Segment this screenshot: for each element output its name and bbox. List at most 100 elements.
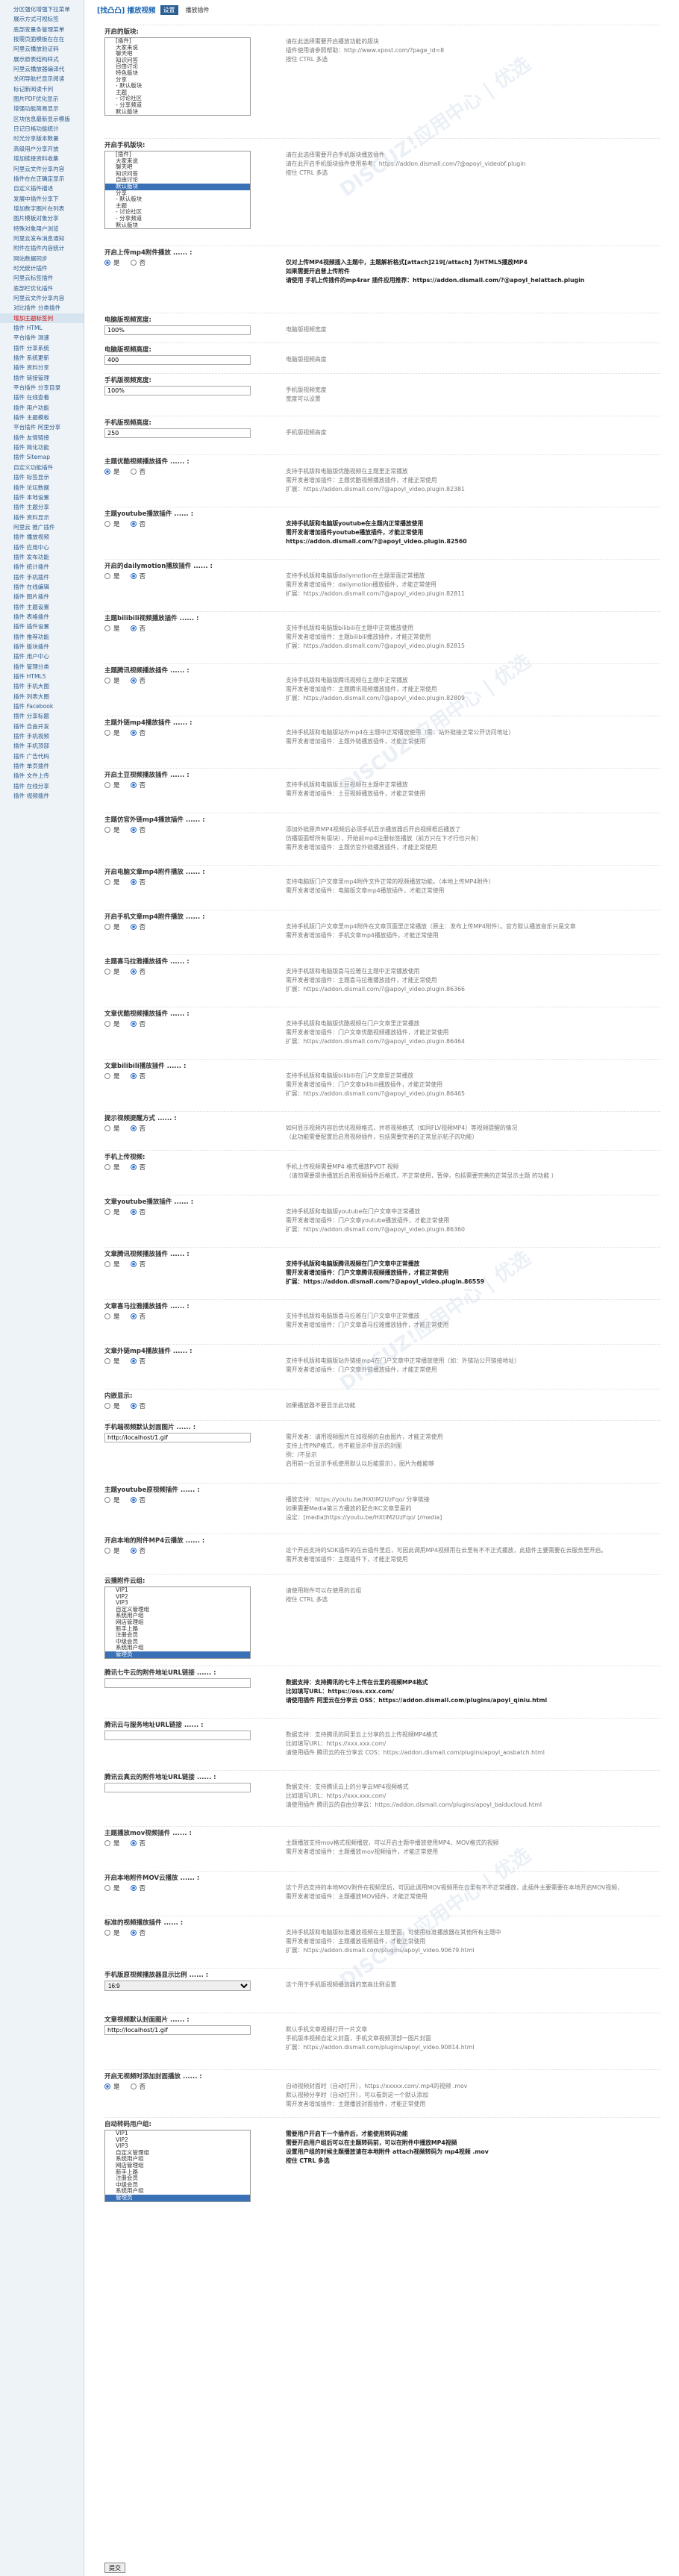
sidebar-item[interactable]: 插件 在线编辑: [0, 582, 84, 592]
sidebar-item[interactable]: 增加主题标签列: [0, 313, 84, 323]
radio-option[interactable]: 否: [130, 1163, 146, 1172]
sidebar-item[interactable]: 图片PDF优化显示: [0, 94, 84, 104]
radio-option[interactable]: 是: [104, 1072, 120, 1081]
radio-button[interactable]: [104, 782, 110, 788]
sidebar-item[interactable]: 标记新阅读卡列: [0, 84, 84, 94]
radio-button[interactable]: [104, 1021, 110, 1027]
radio-option[interactable]: 否: [130, 1401, 146, 1410]
radio-button[interactable]: [104, 1885, 110, 1891]
sidebar-item[interactable]: 插件 插件设置: [0, 622, 84, 631]
radio-button[interactable]: [130, 625, 137, 631]
radio-button[interactable]: [130, 827, 137, 833]
sidebar-item[interactable]: 插件 Facebook: [0, 701, 84, 711]
radio-option[interactable]: 否: [130, 1546, 146, 1555]
radio-option[interactable]: 否: [130, 728, 146, 737]
select-option[interactable]: 默认版块: [105, 108, 250, 116]
radio-button[interactable]: [104, 1261, 110, 1267]
sidebar-item[interactable]: 插件 手机大图: [0, 681, 84, 691]
radio-button[interactable]: [104, 469, 110, 475]
radio-button[interactable]: [130, 1073, 137, 1079]
radio-button[interactable]: [104, 1403, 110, 1409]
radio-option[interactable]: 是: [104, 967, 120, 976]
sidebar-item[interactable]: 插件 链接管理: [0, 373, 84, 383]
radio-button[interactable]: [104, 1073, 110, 1079]
sidebar-item[interactable]: 插件 播放视频: [0, 532, 84, 542]
radio-option[interactable]: 是: [104, 1839, 120, 1848]
sidebar-item[interactable]: 插件 主题模板: [0, 413, 84, 422]
radio-button[interactable]: [104, 1840, 110, 1846]
radio-option[interactable]: 是: [104, 519, 120, 528]
text-input[interactable]: [104, 2025, 251, 2035]
radio-button[interactable]: [104, 1930, 110, 1936]
radio-button[interactable]: [104, 1313, 110, 1319]
radio-button[interactable]: [130, 2083, 137, 2089]
radio-option[interactable]: 是: [104, 825, 120, 834]
sidebar-item[interactable]: 阿里云播放器编译代: [0, 64, 84, 74]
text-input[interactable]: [104, 1433, 251, 1442]
sidebar-item[interactable]: 插件 发布功能: [0, 552, 84, 562]
radio-button[interactable]: [104, 1548, 110, 1554]
radio-option[interactable]: 否: [130, 467, 146, 476]
sidebar-item[interactable]: 发展中插件分享下: [0, 194, 84, 204]
radio-button[interactable]: [130, 521, 137, 527]
radio-button[interactable]: [130, 573, 137, 579]
sidebar-item[interactable]: 插件 版块插件: [0, 642, 84, 651]
text-input[interactable]: [104, 325, 251, 335]
radio-button[interactable]: [104, 625, 110, 631]
sidebar-item[interactable]: 插件在在正确定显示: [0, 174, 84, 184]
radio-option[interactable]: 是: [104, 467, 120, 476]
sidebar-item[interactable]: 阿里云文件分享内容: [0, 164, 84, 174]
sidebar-item[interactable]: 插件 友情链接: [0, 433, 84, 443]
sidebar-item[interactable]: 对比插件 分类插件: [0, 303, 84, 313]
select-option[interactable]: - 默认版块: [105, 83, 250, 90]
radio-button[interactable]: [104, 879, 110, 885]
sidebar-item[interactable]: 插件 列表大图: [0, 692, 84, 701]
sidebar-item[interactable]: 插件 自由开发: [0, 722, 84, 731]
sidebar-item[interactable]: 分区强化增强下拉菜单: [0, 4, 84, 14]
sidebar-item[interactable]: 插件 图片插件: [0, 592, 84, 601]
multi-select-list[interactable]: VIP1 VIP2 VIP3 自定义管理组 系统用户组 网店管理组 新手上路 注册会员 中级会员…: [104, 1586, 251, 1659]
radio-option[interactable]: 是: [104, 1124, 120, 1133]
sidebar-item[interactable]: 自定义功能插件: [0, 463, 84, 472]
radio-option[interactable]: 否: [130, 922, 146, 931]
radio-option[interactable]: 否: [130, 1839, 146, 1848]
radio-button[interactable]: [104, 1358, 110, 1364]
radio-option[interactable]: 否: [130, 624, 146, 633]
select-option[interactable]: 默认版块: [105, 183, 250, 190]
sidebar-item[interactable]: 关闭导航栏显示阅读: [0, 74, 84, 84]
sidebar-item[interactable]: 插件 在线查看: [0, 393, 84, 402]
radio-option[interactable]: 否: [130, 676, 146, 685]
radio-option[interactable]: 是: [104, 1883, 120, 1892]
radio-option[interactable]: 是: [104, 1357, 120, 1366]
sidebar-item[interactable]: 阿里云 推广插件: [0, 522, 84, 532]
radio-option[interactable]: 是: [104, 1495, 120, 1504]
radio-button[interactable]: [104, 969, 110, 975]
sidebar-item[interactable]: 插件 资料显示: [0, 513, 84, 522]
radio-option[interactable]: 否: [130, 1019, 146, 1028]
radio-option[interactable]: 否: [130, 1495, 146, 1504]
radio-button[interactable]: [104, 1497, 110, 1503]
radio-option[interactable]: 否: [130, 1260, 146, 1269]
radio-option[interactable]: 是: [104, 728, 120, 737]
text-input[interactable]: [104, 1731, 251, 1740]
sidebar-item[interactable]: 插件 主题分享: [0, 502, 84, 512]
sidebar-item[interactable]: 附件在插件内容统计: [0, 243, 84, 253]
radio-button[interactable]: [104, 260, 110, 266]
sidebar-item[interactable]: 插件 统计插件: [0, 562, 84, 572]
radio-option[interactable]: 否: [130, 1357, 146, 1366]
sidebar-item[interactable]: 平台插件 测速: [0, 333, 84, 343]
tab-player-plugin[interactable]: 播放插件: [183, 5, 213, 15]
radio-option[interactable]: 否: [130, 878, 146, 887]
radio-option[interactable]: 否: [130, 825, 146, 834]
radio-button[interactable]: [104, 924, 110, 930]
radio-button[interactable]: [104, 573, 110, 579]
radio-button[interactable]: [130, 678, 137, 684]
radio-option[interactable]: 否: [130, 781, 146, 790]
sidebar-item[interactable]: 平台插件 分享目录: [0, 383, 84, 393]
radio-option[interactable]: 是: [104, 1019, 120, 1028]
radio-button[interactable]: [130, 782, 137, 788]
sidebar-item[interactable]: 插件 管理分类: [0, 662, 84, 672]
radio-option[interactable]: 是: [104, 624, 120, 633]
radio-option[interactable]: 是: [104, 1207, 120, 1216]
dropdown-select[interactable]: 16:9: [104, 1981, 251, 1991]
